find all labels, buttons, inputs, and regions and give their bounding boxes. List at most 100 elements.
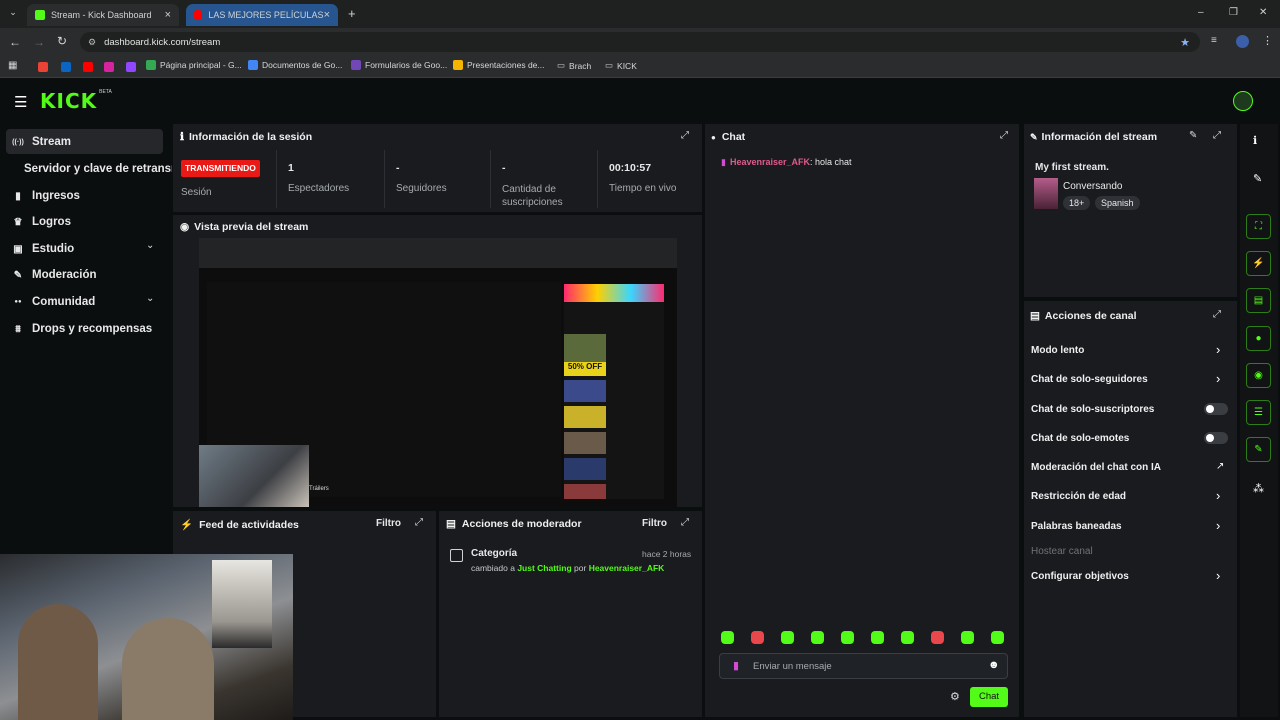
sidebar-item-stream[interactable]: ((·)) Stream xyxy=(12,136,71,148)
linkedin-icon[interactable] xyxy=(61,62,71,72)
external-link-icon[interactable]: ↗ xyxy=(1216,461,1224,472)
chevron-right-icon[interactable]: › xyxy=(1216,342,1220,357)
emote-icon[interactable] xyxy=(961,631,974,644)
tag-spanish[interactable]: Spanish xyxy=(1095,196,1140,210)
sidebar-item-comunidad[interactable]: ●● Comunidad xyxy=(12,296,95,308)
action-age-restriction[interactable]: Restricción de edad xyxy=(1031,491,1126,502)
expand-icon[interactable]: ⤢ xyxy=(1000,130,1008,141)
bookmark-kick[interactable]: ▭ KICK xyxy=(605,60,637,71)
gmail-icon[interactable] xyxy=(38,62,48,72)
bookmark-forms[interactable]: Formularios de Goo... xyxy=(351,60,447,70)
community-rail-icon[interactable]: ⁂ xyxy=(1253,482,1264,495)
chevron-right-icon[interactable]: › xyxy=(1216,568,1220,583)
wrench-rail-icon[interactable]: ✎ xyxy=(1246,437,1271,462)
user-avatar[interactable] xyxy=(1233,91,1253,111)
expand-icon[interactable]: ⤢ xyxy=(415,517,423,528)
bookmark-brach[interactable]: ▭ Brach xyxy=(557,60,591,71)
tab-list-button[interactable]: ⌄ xyxy=(6,7,20,21)
youtube-icon[interactable] xyxy=(83,62,93,72)
action-ai-moderation[interactable]: Moderación del chat con IA xyxy=(1031,462,1161,473)
reload-icon[interactable]: ↻ xyxy=(57,34,67,48)
edit-rail-icon[interactable]: ✎ xyxy=(1253,172,1262,185)
twitch-icon[interactable] xyxy=(126,62,136,72)
bookmark-docs[interactable]: Documentos de Go... xyxy=(248,60,342,70)
maximize-button[interactable]: ❐ xyxy=(1229,7,1238,18)
emote-icon[interactable] xyxy=(901,631,914,644)
chat-username[interactable]: Heavenraiser_AFK xyxy=(730,157,810,167)
sidebar-item-drops[interactable]: ⩩ Drops y recompensas xyxy=(12,323,152,335)
expand-icon[interactable]: ⤢ xyxy=(1213,130,1221,141)
sidebar-item-ingresos[interactable]: ▮ Ingresos xyxy=(12,190,80,202)
emote-icon[interactable] xyxy=(721,631,734,644)
list-rail-icon[interactable]: ☰ xyxy=(1246,400,1271,425)
activity-filter-button[interactable]: Filtro xyxy=(376,518,401,529)
action-slow-mode[interactable]: Modo lento xyxy=(1031,345,1084,356)
screenshot-rail-icon[interactable]: ⛶ xyxy=(1246,214,1271,239)
mod-actions-panel xyxy=(439,511,702,717)
action-banned-words[interactable]: Palabras baneadas xyxy=(1031,521,1122,532)
tag-18plus[interactable]: 18+ xyxy=(1063,196,1091,210)
bookmark-drive[interactable]: Página principal - G... xyxy=(146,60,242,70)
sidebar-item-estudio[interactable]: ▣ Estudio xyxy=(12,243,74,255)
emote-icon[interactable] xyxy=(871,631,884,644)
close-tab-icon[interactable]: × xyxy=(324,9,330,21)
info-rail-icon[interactable]: ℹ xyxy=(1253,134,1257,147)
mod-filter-button[interactable]: Filtro xyxy=(642,518,667,529)
subscribers-only-toggle[interactable] xyxy=(1204,403,1228,415)
emote-icon[interactable] xyxy=(751,631,764,644)
instagram-icon[interactable] xyxy=(104,62,114,72)
minimize-button[interactable]: – xyxy=(1198,7,1204,18)
profile-icon[interactable] xyxy=(1236,35,1249,48)
emote-icon[interactable] xyxy=(781,631,794,644)
chat-settings-icon[interactable]: ⚙ xyxy=(950,690,960,703)
sidebar-item-stream-key[interactable]: Servidor y clave de retransmisión xyxy=(24,163,172,175)
chevron-right-icon[interactable]: › xyxy=(1216,518,1220,533)
chevron-right-icon[interactable]: › xyxy=(1216,488,1220,503)
media-control-icon[interactable]: ≡ xyxy=(1211,35,1217,46)
new-tab-button[interactable]: + xyxy=(348,6,356,21)
browser-menu-icon[interactable]: ⋮ xyxy=(1262,34,1273,47)
emote-icon[interactable] xyxy=(841,631,854,644)
emote-icon[interactable] xyxy=(811,631,824,644)
emote-icon[interactable] xyxy=(931,631,944,644)
chat-rail-icon[interactable]: ● xyxy=(1246,326,1271,351)
close-tab-icon[interactable]: × xyxy=(165,9,171,21)
site-info-icon[interactable]: ⚙ xyxy=(88,37,96,48)
chevron-down-icon[interactable]: ⌄ xyxy=(146,293,154,304)
sidebar-item-logros[interactable]: ♛ Logros xyxy=(12,216,71,228)
back-icon[interactable]: ← xyxy=(9,35,21,49)
chat-input[interactable]: ▮ Enviar un mensaje ☻ xyxy=(719,653,1008,679)
bookmark-slides[interactable]: Presentaciones de... xyxy=(453,60,545,70)
expand-icon[interactable]: ⤢ xyxy=(681,130,689,141)
expand-icon[interactable]: ⤢ xyxy=(1213,309,1221,320)
apps-icon[interactable]: ▦ xyxy=(8,60,17,71)
broadcast-rail-icon[interactable]: ◉ xyxy=(1246,363,1271,388)
kick-logo[interactable]: KICK BETA xyxy=(40,89,112,113)
chevron-right-icon[interactable]: › xyxy=(1216,371,1220,386)
edit-icon[interactable]: ✎ xyxy=(1189,130,1197,141)
hamburger-menu-icon[interactable]: ☰ xyxy=(14,93,27,111)
chevron-down-icon[interactable]: ⌄ xyxy=(146,240,154,251)
stream-info-title: ✎ Información del stream xyxy=(1030,131,1158,143)
close-window-button[interactable]: ✕ xyxy=(1259,7,1267,18)
emote-icon[interactable] xyxy=(991,631,1004,644)
person-left xyxy=(18,604,98,720)
mic-icon[interactable]: ▮ xyxy=(733,659,739,672)
action-set-goals[interactable]: Configurar objetivos xyxy=(1031,571,1129,582)
emotes-only-toggle[interactable] xyxy=(1204,432,1228,444)
category-name[interactable]: Conversando xyxy=(1063,181,1122,192)
action-followers-only[interactable]: Chat de solo-seguidores xyxy=(1031,374,1148,385)
bolt-rail-icon[interactable]: ⚡ xyxy=(1246,251,1271,276)
chat-send-button[interactable]: Chat xyxy=(970,687,1008,707)
emoji-icon[interactable]: ☻ xyxy=(988,659,1000,671)
url-field[interactable]: ⚙ dashboard.kick.com/stream ★ xyxy=(80,32,1200,52)
browser-tab-youtube[interactable]: LAS MEJORES PELÍCULAS PRÓ × xyxy=(186,4,338,26)
forward-icon[interactable]: → xyxy=(33,35,45,49)
browser-tab-kick[interactable]: Stream - Kick Dashboard × xyxy=(27,4,179,26)
stream-preview-video[interactable]: 50% OFF Tráilers xyxy=(199,238,677,507)
session-label: Sesión xyxy=(181,187,212,198)
expand-icon[interactable]: ⤢ xyxy=(681,517,689,528)
bookmark-star-icon[interactable]: ★ xyxy=(1180,36,1190,49)
sidebar-item-moderacion[interactable]: ✎ Moderación xyxy=(12,269,97,281)
document-rail-icon[interactable]: ▤ xyxy=(1246,288,1271,313)
